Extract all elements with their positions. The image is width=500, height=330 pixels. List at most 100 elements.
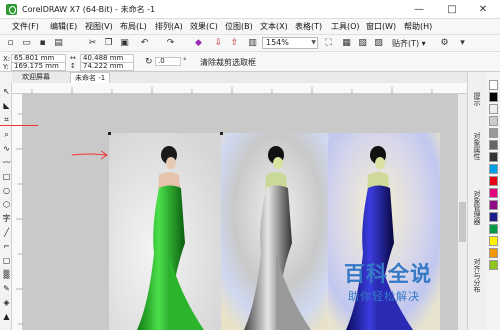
vertical-ruler-ticks xyxy=(16,113,23,325)
menu-bitmaps[interactable]: 位图(B) xyxy=(225,21,253,32)
shape-tool-icon[interactable]: ◣ xyxy=(2,101,11,110)
selection-handle[interactable] xyxy=(220,132,223,135)
color-palette xyxy=(487,72,500,330)
menu-edit[interactable]: 编辑(E) xyxy=(50,21,77,32)
show-rulers-icon[interactable]: ▦ xyxy=(340,37,353,50)
application-launcher-icon[interactable]: ▾ xyxy=(456,37,469,50)
clear-crop-marquee-button[interactable]: 清除裁剪选取框 xyxy=(200,57,256,68)
palette-swatch[interactable] xyxy=(489,248,498,258)
palette-swatch[interactable] xyxy=(489,92,498,102)
palette-swatch[interactable] xyxy=(489,260,498,270)
y-position-field[interactable]: 169.175 mm xyxy=(11,62,66,71)
ellipse-tool-icon[interactable]: ○ xyxy=(2,186,11,195)
docker-tab-object-properties[interactable]: 对象属性 xyxy=(472,132,482,160)
rotation-icon: ↻ xyxy=(145,57,153,67)
paste-icon[interactable]: ▣ xyxy=(118,37,131,50)
search-content-icon[interactable]: ◆ xyxy=(192,37,205,50)
eyedropper-tool-icon[interactable]: ✎ xyxy=(2,284,11,293)
palette-swatch[interactable] xyxy=(489,128,498,138)
new-document-icon[interactable]: ▫ xyxy=(4,37,17,50)
menu-file[interactable]: 文件(F) xyxy=(12,21,39,32)
palette-swatch[interactable] xyxy=(489,164,498,174)
green-dress-image[interactable] xyxy=(109,133,222,330)
rectangle-tool-icon[interactable]: □ xyxy=(2,172,11,181)
y-label: Y: xyxy=(3,63,9,71)
toolbox: ↖ ◣ ⌗ ⌕ ∿ 〰 □ ○ ⬡ 字 ╱ ⌐ ▢ ▒ ✎ ◈ ▲ xyxy=(0,83,12,330)
menu-view[interactable]: 视图(V) xyxy=(85,21,113,32)
palette-swatch[interactable] xyxy=(489,140,498,150)
zoom-level-select[interactable]: 154% ▼ xyxy=(262,37,318,49)
maximize-button[interactable]: □ xyxy=(437,0,467,19)
docker-tab-hints[interactable]: 提示 xyxy=(472,92,482,106)
drop-shadow-tool-icon[interactable]: ▢ xyxy=(2,256,11,265)
menu-arrange[interactable]: 排列(A) xyxy=(155,21,183,32)
zoom-level-value: 154% xyxy=(266,38,289,47)
docker-tab-align-distribute[interactable]: 对齐与分布 xyxy=(472,258,482,293)
open-icon[interactable]: ▭ xyxy=(20,37,33,50)
full-screen-icon[interactable]: ⛶ xyxy=(322,37,335,50)
watermark-logo: 百科全说 xyxy=(344,262,432,286)
close-button[interactable]: ✕ xyxy=(468,0,498,19)
width-icon: ↔ xyxy=(70,54,76,62)
undo-icon[interactable]: ↶ xyxy=(138,37,151,50)
show-grid-icon[interactable]: ▧ xyxy=(356,37,369,50)
document-tabs: 欢迎屏幕 未命名 -1 xyxy=(12,72,467,83)
palette-swatch[interactable] xyxy=(489,200,498,210)
connector-tool-icon[interactable]: ⌐ xyxy=(2,242,11,251)
height-field[interactable]: 74.222 mm xyxy=(80,62,134,71)
show-guidelines-icon[interactable]: ▨ xyxy=(372,37,385,50)
artistic-media-tool-icon[interactable]: 〰 xyxy=(2,158,11,167)
menu-table[interactable]: 表格(T) xyxy=(295,21,322,32)
coreldraw-icon xyxy=(6,4,17,15)
smart-fill-tool-icon[interactable]: ▲ xyxy=(2,312,11,321)
palette-swatch[interactable] xyxy=(489,104,498,114)
coreldraw-window: CorelDRAW X7 (64-Bit) - 未命名 -1 — □ ✕ 文件(… xyxy=(0,0,500,330)
pick-tool-icon[interactable]: ↖ xyxy=(2,87,11,96)
vertical-ruler[interactable] xyxy=(12,94,23,330)
scrollbar-thumb[interactable] xyxy=(459,202,466,242)
tab-untitled-1[interactable]: 未命名 -1 xyxy=(70,72,111,83)
selection-handle[interactable] xyxy=(108,132,111,135)
freehand-tool-icon[interactable]: ∿ xyxy=(2,144,11,153)
chevron-down-icon: ▼ xyxy=(311,39,316,46)
save-icon[interactable]: ▪ xyxy=(36,37,49,50)
docker-tab-object-manager[interactable]: 对象管理器 xyxy=(472,190,482,225)
options-icon[interactable]: ⚙ xyxy=(438,37,451,50)
palette-swatch[interactable] xyxy=(489,80,498,90)
zoom-tool-icon[interactable]: ⌕ xyxy=(2,130,11,139)
menu-effects[interactable]: 效果(C) xyxy=(190,21,218,32)
snap-to-dropdown[interactable]: 贴齐(T) ▾ xyxy=(392,38,426,49)
transparency-tool-icon[interactable]: ▒ xyxy=(2,270,11,279)
import-icon[interactable]: ⇩ xyxy=(212,37,225,50)
silver-dress-image[interactable] xyxy=(221,133,334,330)
palette-swatch[interactable] xyxy=(489,224,498,234)
parallel-dimension-tool-icon[interactable]: ╱ xyxy=(2,228,11,237)
palette-swatch[interactable] xyxy=(489,176,498,186)
publish-pdf-icon[interactable]: ▥ xyxy=(246,37,259,50)
palette-swatch[interactable] xyxy=(489,152,498,162)
palette-swatch[interactable] xyxy=(489,212,498,222)
crop-tool-icon[interactable]: ⌗ xyxy=(2,115,11,124)
interactive-fill-tool-icon[interactable]: ◈ xyxy=(2,298,11,307)
palette-swatch[interactable] xyxy=(489,116,498,126)
export-icon[interactable]: ⇧ xyxy=(228,37,241,50)
redo-icon[interactable]: ↷ xyxy=(164,37,177,50)
copy-icon[interactable]: ❐ xyxy=(102,37,115,50)
rotation-angle-field[interactable]: .0 xyxy=(155,57,181,66)
menu-help[interactable]: 帮助(H) xyxy=(404,21,432,32)
horizontal-ruler-ticks xyxy=(31,87,433,94)
minimize-button[interactable]: — xyxy=(404,0,434,19)
vertical-scrollbar[interactable] xyxy=(458,94,467,330)
menu-tools[interactable]: 工具(O) xyxy=(331,21,360,32)
horizontal-ruler[interactable] xyxy=(12,83,467,94)
menu-layout[interactable]: 布局(L) xyxy=(120,21,147,32)
print-icon[interactable]: ▤ xyxy=(52,37,65,50)
text-tool-icon[interactable]: 字 xyxy=(2,214,11,223)
menu-window[interactable]: 窗口(W) xyxy=(366,21,396,32)
tab-welcome-screen[interactable]: 欢迎屏幕 xyxy=(18,72,54,83)
polygon-tool-icon[interactable]: ⬡ xyxy=(2,200,11,209)
cut-icon[interactable]: ✂ xyxy=(86,37,99,50)
menu-text[interactable]: 文本(X) xyxy=(260,21,288,32)
palette-swatch[interactable] xyxy=(489,236,498,246)
palette-swatch[interactable] xyxy=(489,188,498,198)
